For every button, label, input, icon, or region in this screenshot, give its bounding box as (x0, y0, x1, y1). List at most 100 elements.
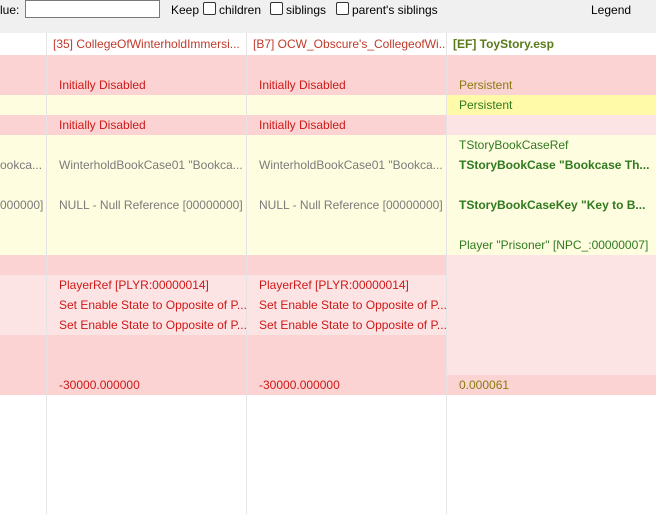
table-cell[interactable] (446, 215, 656, 235)
table-cell[interactable] (446, 55, 656, 75)
table-cell[interactable] (246, 255, 446, 275)
table-cell[interactable]: TStoryBookCaseRef (446, 135, 656, 155)
children-label[interactable]: children (219, 3, 261, 17)
parents-siblings-checkbox[interactable] (336, 2, 349, 15)
table-cell[interactable]: Initially Disabled (246, 115, 446, 135)
table-cell[interactable] (46, 55, 246, 75)
table-row[interactable] (0, 175, 656, 195)
table-cell[interactable] (0, 355, 46, 375)
table-cell[interactable]: TStoryBookCaseKey "Key to B... (446, 195, 656, 215)
table-row[interactable] (0, 355, 656, 375)
column-header-35[interactable]: [35] CollegeOfWinterholdImmersi... (46, 33, 246, 55)
table-cell[interactable]: 0.000061 (446, 375, 656, 395)
table-cell[interactable] (446, 355, 656, 375)
table-cell[interactable] (0, 135, 46, 155)
table-cell[interactable] (446, 335, 656, 355)
table-cell[interactable]: Persistent (446, 75, 656, 95)
table-cell[interactable] (46, 255, 246, 275)
table-cell[interactable]: Persistent (446, 95, 656, 115)
table-cell[interactable] (246, 95, 446, 115)
table-row[interactable] (0, 335, 656, 355)
table-cell[interactable]: Set Enable State to Opposite of P... (246, 315, 446, 335)
table-cell[interactable] (0, 335, 46, 355)
table-cell[interactable]: 000000] (0, 195, 46, 215)
table-cell[interactable] (0, 255, 46, 275)
filter-input[interactable] (25, 0, 160, 18)
table-row[interactable]: 000000] NULL - Null Reference [00000000] N… (0, 195, 656, 216)
table-cell[interactable]: -30000.000000 (46, 375, 246, 395)
parents-siblings-label[interactable]: parent's siblings (352, 3, 438, 17)
table-row[interactable]: Set Enable State to Opposite of P... Set … (0, 315, 656, 335)
table-cell[interactable] (246, 235, 446, 255)
table-cell[interactable] (0, 55, 46, 75)
table-cell[interactable] (46, 335, 246, 355)
table-cell[interactable]: -30000.000000 (246, 375, 446, 395)
siblings-checkbox[interactable] (270, 2, 283, 15)
table-cell[interactable] (0, 175, 46, 195)
table-cell[interactable] (46, 355, 246, 375)
table-cell[interactable]: Initially Disabled (246, 75, 446, 95)
table-cell[interactable] (446, 315, 656, 335)
table-cell[interactable] (446, 295, 656, 315)
table-cell[interactable]: Set Enable State to Opposite of P... (246, 295, 446, 315)
table-cell[interactable] (0, 215, 46, 235)
table-cell[interactable]: Set Enable State to Opposite of P... (46, 315, 246, 335)
table-cell[interactable] (0, 375, 46, 395)
table-cell[interactable] (0, 75, 46, 95)
table-cell[interactable] (446, 115, 656, 135)
column-divider (46, 33, 47, 514)
table-cell[interactable] (246, 135, 446, 155)
table-cell[interactable] (246, 355, 446, 375)
table-cell[interactable] (46, 175, 246, 195)
table-cell[interactable] (246, 335, 446, 355)
table-row[interactable]: Initially Disabled Initially Disabled (0, 115, 656, 135)
table-row[interactable]: ookca... WinterholdBookCase01 "Bookca... W… (0, 155, 656, 176)
table-cell[interactable] (0, 115, 46, 135)
table-cell[interactable] (0, 95, 46, 115)
table-cell[interactable] (46, 235, 246, 255)
table-row[interactable]: Set Enable State to Opposite of P... Set … (0, 295, 656, 315)
table-cell[interactable]: ookca... (0, 155, 46, 175)
table-cell[interactable] (46, 135, 246, 155)
table-row[interactable] (0, 215, 656, 235)
table-cell[interactable]: WinterholdBookCase01 "Bookca... (246, 155, 446, 175)
table-cell[interactable]: NULL - Null Reference [00000000] (46, 195, 246, 215)
table-cell[interactable]: Player "Prisoner" [NPC_:00000007] (446, 235, 656, 255)
table-row[interactable] (0, 255, 656, 275)
table-cell[interactable] (0, 275, 46, 295)
table-row[interactable]: PlayerRef [PLYR:00000014] PlayerRef [PLYR… (0, 275, 656, 295)
table-cell[interactable]: PlayerRef [PLYR:00000014] (246, 275, 446, 295)
table-cell[interactable]: WinterholdBookCase01 "Bookca... (46, 155, 246, 175)
table-row[interactable]: Initially Disabled Initially Disabled Pers… (0, 75, 656, 95)
table-cell[interactable] (246, 175, 446, 195)
table-cell[interactable]: PlayerRef [PLYR:00000014] (46, 275, 246, 295)
table-cell[interactable] (446, 255, 656, 275)
table-cell[interactable]: TStoryBookCase "Bookcase Th... (446, 155, 656, 175)
table-cell[interactable]: Set Enable State to Opposite of P... (46, 295, 246, 315)
table-cell[interactable] (246, 215, 446, 235)
table-cell[interactable]: NULL - Null Reference [00000000] (246, 195, 446, 215)
column-header-b7[interactable]: [B7] OCW_Obscure's_CollegeofWi... (246, 33, 446, 55)
table-cell[interactable] (46, 215, 246, 235)
table-cell[interactable] (0, 235, 46, 255)
table-row[interactable]: TStoryBookCaseRef (0, 135, 656, 155)
table-cell[interactable] (246, 55, 446, 75)
table-cell[interactable] (0, 315, 46, 335)
column-header-ef[interactable]: [EF] ToyStory.esp (446, 33, 656, 55)
siblings-label[interactable]: siblings (286, 3, 326, 17)
keep-label: Keep (171, 3, 200, 17)
table-row[interactable]: -30000.000000 -30000.000000 0.000061 (0, 375, 656, 395)
table-cell[interactable] (46, 95, 246, 115)
table-cell[interactable]: Initially Disabled (46, 115, 246, 135)
table-row[interactable]: Player "Prisoner" [NPC_:00000007] (0, 235, 656, 255)
table-row[interactable] (0, 55, 656, 75)
table-cell[interactable]: Initially Disabled (46, 75, 246, 95)
table-row[interactable]: Persistent (0, 95, 656, 115)
table-cell[interactable] (0, 295, 46, 315)
table-cell[interactable] (446, 275, 656, 295)
table-cell[interactable] (446, 175, 656, 195)
children-checkbox[interactable] (203, 2, 216, 15)
legend-button[interactable]: Legend (591, 3, 631, 17)
filter-label: lue: (0, 3, 20, 17)
column-divider (246, 33, 247, 514)
